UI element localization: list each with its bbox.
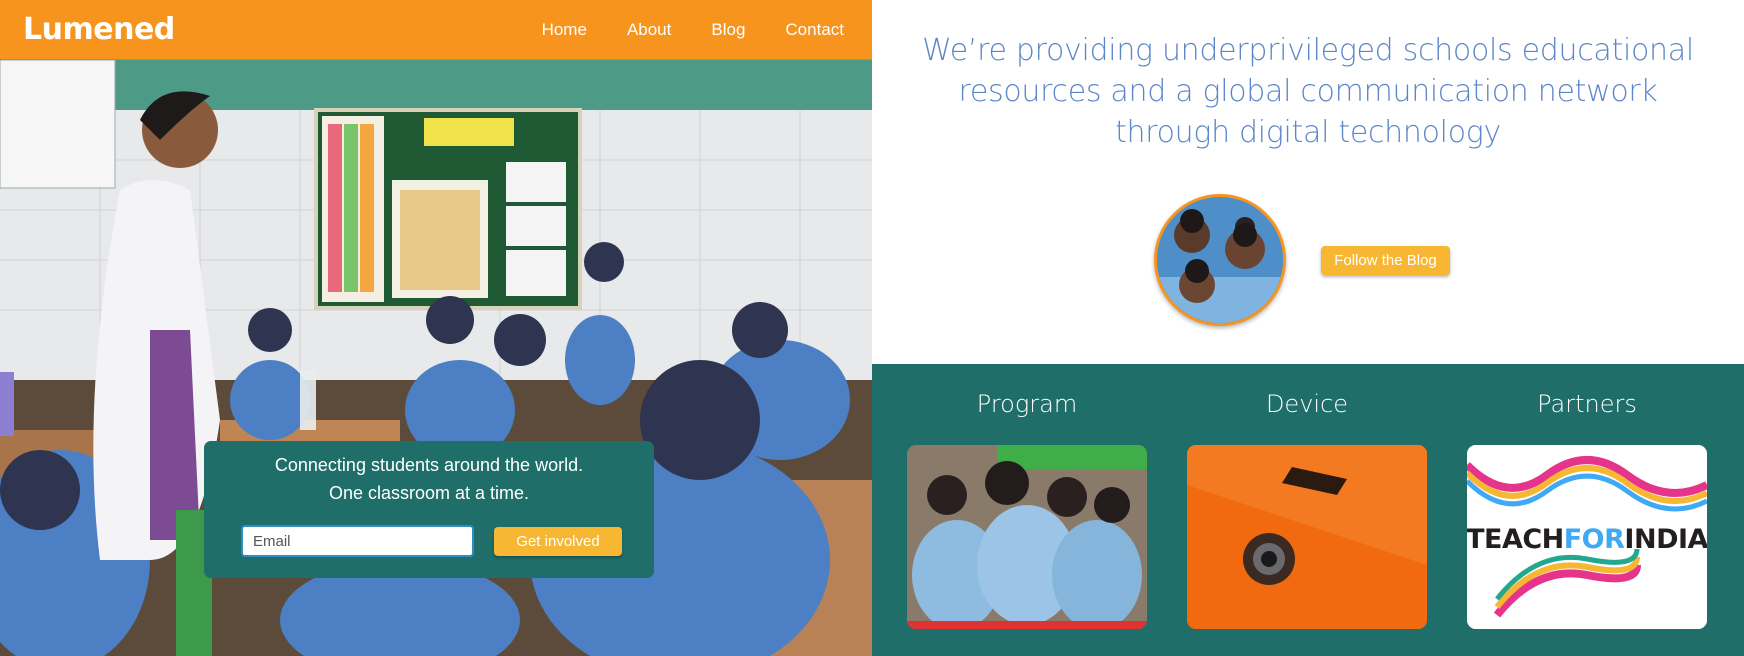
mission-section: We’re providing underprivileged schools … bbox=[872, 0, 1744, 656]
logo-india-text: INDIA bbox=[1624, 524, 1707, 555]
teach-for-india-logo: TEACHFORINDIA bbox=[1467, 445, 1707, 629]
partners-card[interactable]: TEACHFORINDIA bbox=[1467, 445, 1707, 629]
features-section: Program Device Partners TEACHFORINDIA bbox=[872, 364, 1744, 656]
mission-statement: We’re providing underprivileged schools … bbox=[912, 30, 1704, 153]
partners-heading: Partners bbox=[1537, 390, 1637, 418]
mission-line-2: resources and a global communication net… bbox=[958, 74, 1658, 109]
svg-text:TEACHFORINDIA: TEACHFORINDIA bbox=[1467, 524, 1707, 555]
logo-for-text: FOR bbox=[1564, 524, 1625, 555]
program-photo bbox=[907, 445, 1147, 629]
get-involved-button[interactable]: Get involved bbox=[494, 527, 622, 556]
program-card[interactable] bbox=[907, 445, 1147, 629]
nav-contact-link[interactable]: Contact bbox=[785, 20, 844, 40]
logo-teach-text: TEACH bbox=[1467, 524, 1564, 555]
nav-home-link[interactable]: Home bbox=[542, 20, 587, 40]
nav-menu: Home About Blog Contact bbox=[542, 20, 844, 40]
nav-blog-link[interactable]: Blog bbox=[711, 20, 745, 40]
students-avatar-photo bbox=[1154, 194, 1286, 326]
nav-about-link[interactable]: About bbox=[627, 20, 671, 40]
signup-box: Connecting students around the world. On… bbox=[204, 441, 654, 578]
hero-tagline-line2: One classroom at a time. bbox=[328, 483, 530, 503]
email-input[interactable] bbox=[241, 525, 474, 557]
program-heading: Program bbox=[976, 390, 1078, 418]
follow-blog-button[interactable]: Follow the Blog bbox=[1321, 246, 1450, 275]
brand-logo[interactable]: Lumened bbox=[23, 12, 175, 47]
mission-line-3: through digital technology bbox=[1115, 115, 1501, 150]
top-navbar: Lumened Home About Blog Contact bbox=[0, 0, 872, 60]
hero-tagline-line1: Connecting students around the world. bbox=[274, 455, 584, 475]
device-card[interactable] bbox=[1187, 445, 1427, 629]
device-heading: Device bbox=[1265, 390, 1349, 418]
device-photo bbox=[1187, 445, 1427, 629]
hero-section: Lumened Home About Blog Contact Connecti… bbox=[0, 0, 872, 656]
mission-line-1: We’re providing underprivileged schools … bbox=[922, 33, 1694, 68]
